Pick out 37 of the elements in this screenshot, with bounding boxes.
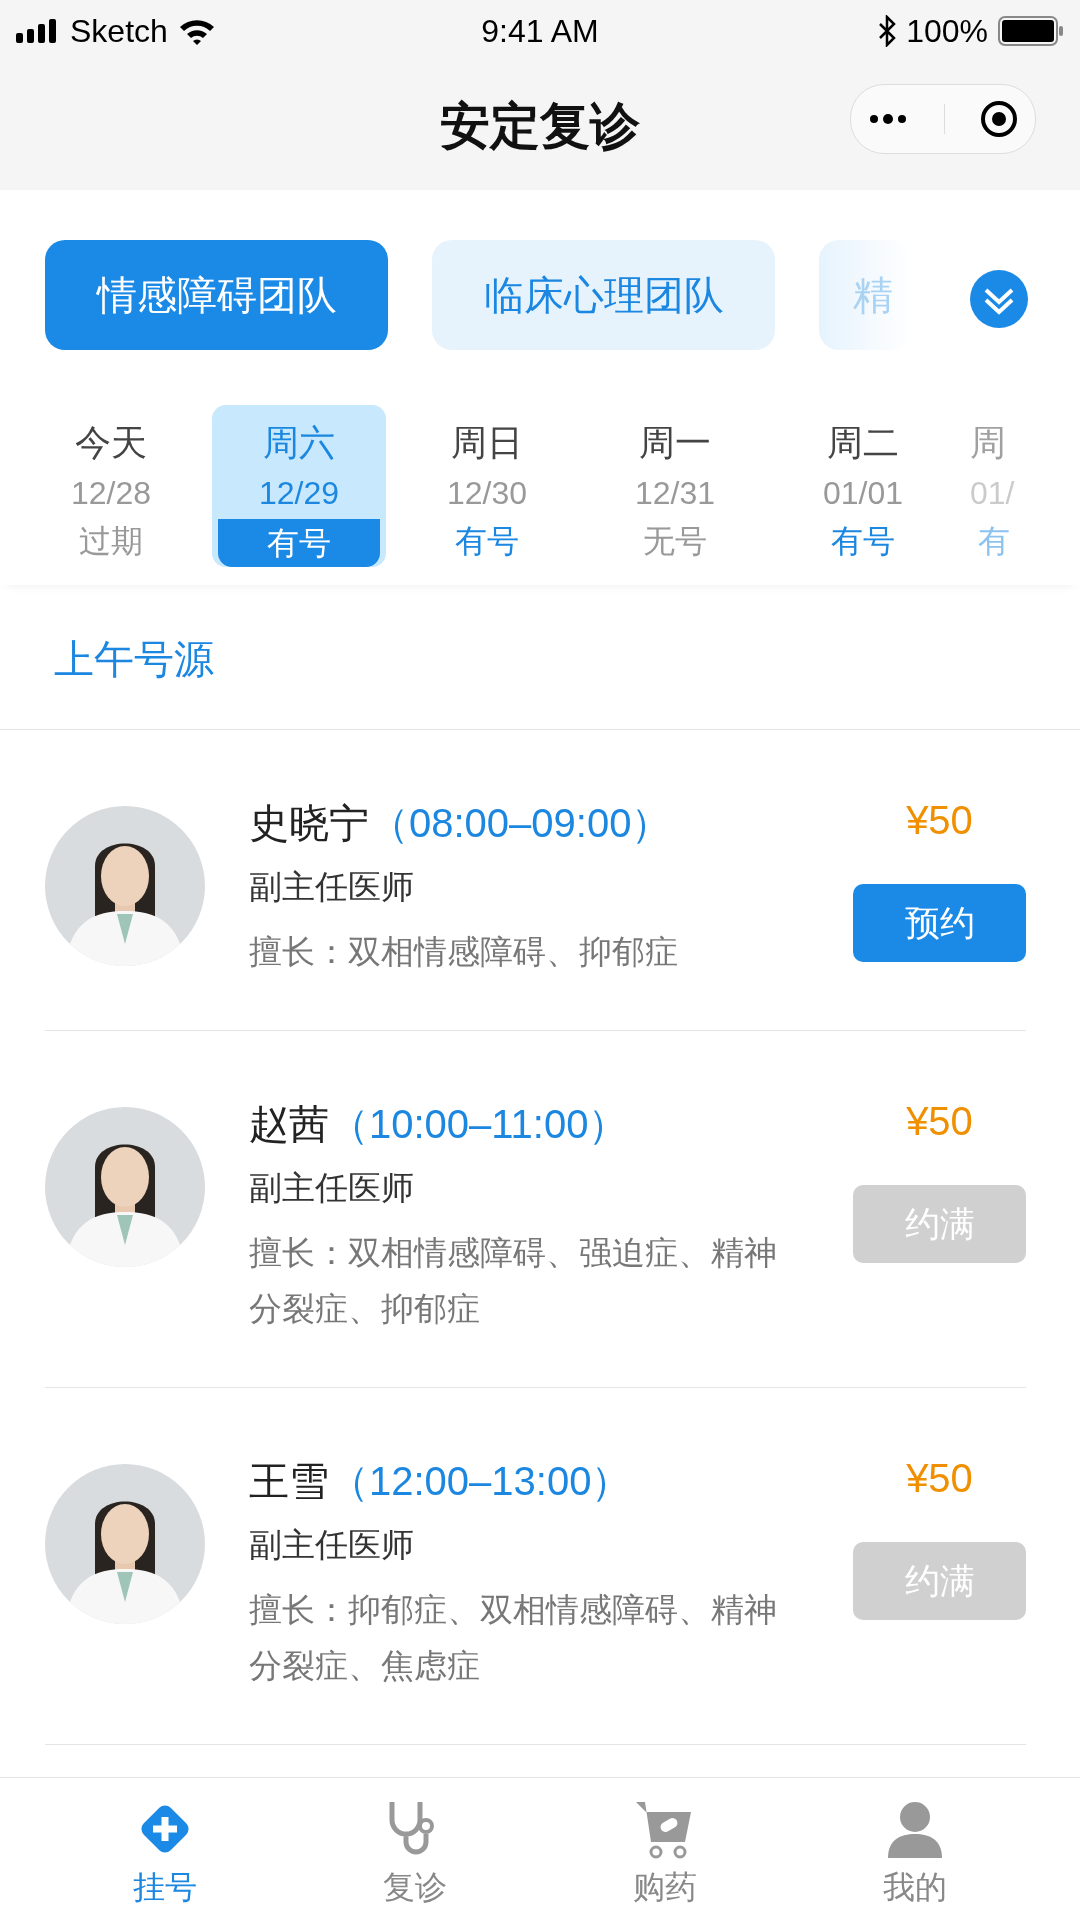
doctor-title: 副主任医师 [249,866,415,908]
time-slot: （10:00–11:00） [329,1097,629,1152]
date-tab[interactable]: 周六 12/29 有号 [212,405,386,567]
doctor-name: 赵茜 [249,1100,329,1149]
team-tab[interactable]: 临床心理团队 [432,240,775,350]
date-tab[interactable]: 今天 12/28 过期 [24,405,198,567]
section-heading: 上午号源 [54,634,214,684]
clock: 9:41 AM [481,12,599,50]
date-tab[interactable]: 周一 12/31 无号 [588,405,762,567]
tab-bar-item[interactable]: 复诊 [335,1778,495,1920]
date-tab[interactable]: 周二 01/01 有号 [776,405,950,567]
price: ¥50 [906,1455,973,1502]
doctor-title: 副主任医师 [249,1167,415,1209]
doctor-specialty: 擅长：双相情感障碍、强迫症、精神分裂症、抑郁症 [249,1232,778,1330]
doctor-title: 副主任医师 [249,1524,415,1566]
bluetooth-icon [878,15,897,47]
doctor-name: 史晓宁 [249,799,369,848]
battery-percent: 100% [906,12,988,50]
book-button[interactable]: 预约 [853,884,1026,962]
team-tab[interactable]: 情感障碍团队 [45,240,388,350]
doctor-specialty: 擅长：抑郁症、双相情感障碍、精神分裂症、焦虑症 [249,1589,778,1687]
battery-icon [998,16,1064,46]
tab-bar-item[interactable]: 购药 [585,1778,745,1920]
tab-bar-item[interactable]: 挂号 [85,1778,245,1920]
time-slot: （12:00–13:00） [329,1454,632,1509]
carrier-name: Sketch [70,12,168,50]
more-icon[interactable] [868,113,909,125]
date-tab[interactable]: 周日 12/30 有号 [400,405,574,567]
time-slot: （08:00–09:00） [369,796,672,851]
price: ¥50 [906,797,973,844]
doctor-name: 王雪 [249,1457,329,1506]
expand-icon[interactable] [970,270,1028,328]
page-title: 安定复诊 [440,95,640,157]
doctor-specialty: 擅长：双相情感障碍、抑郁症 [249,931,679,973]
price: ¥50 [906,1098,973,1145]
close-target-icon[interactable] [979,100,1018,138]
tab-bar-item[interactable]: 我的 [835,1778,995,1920]
